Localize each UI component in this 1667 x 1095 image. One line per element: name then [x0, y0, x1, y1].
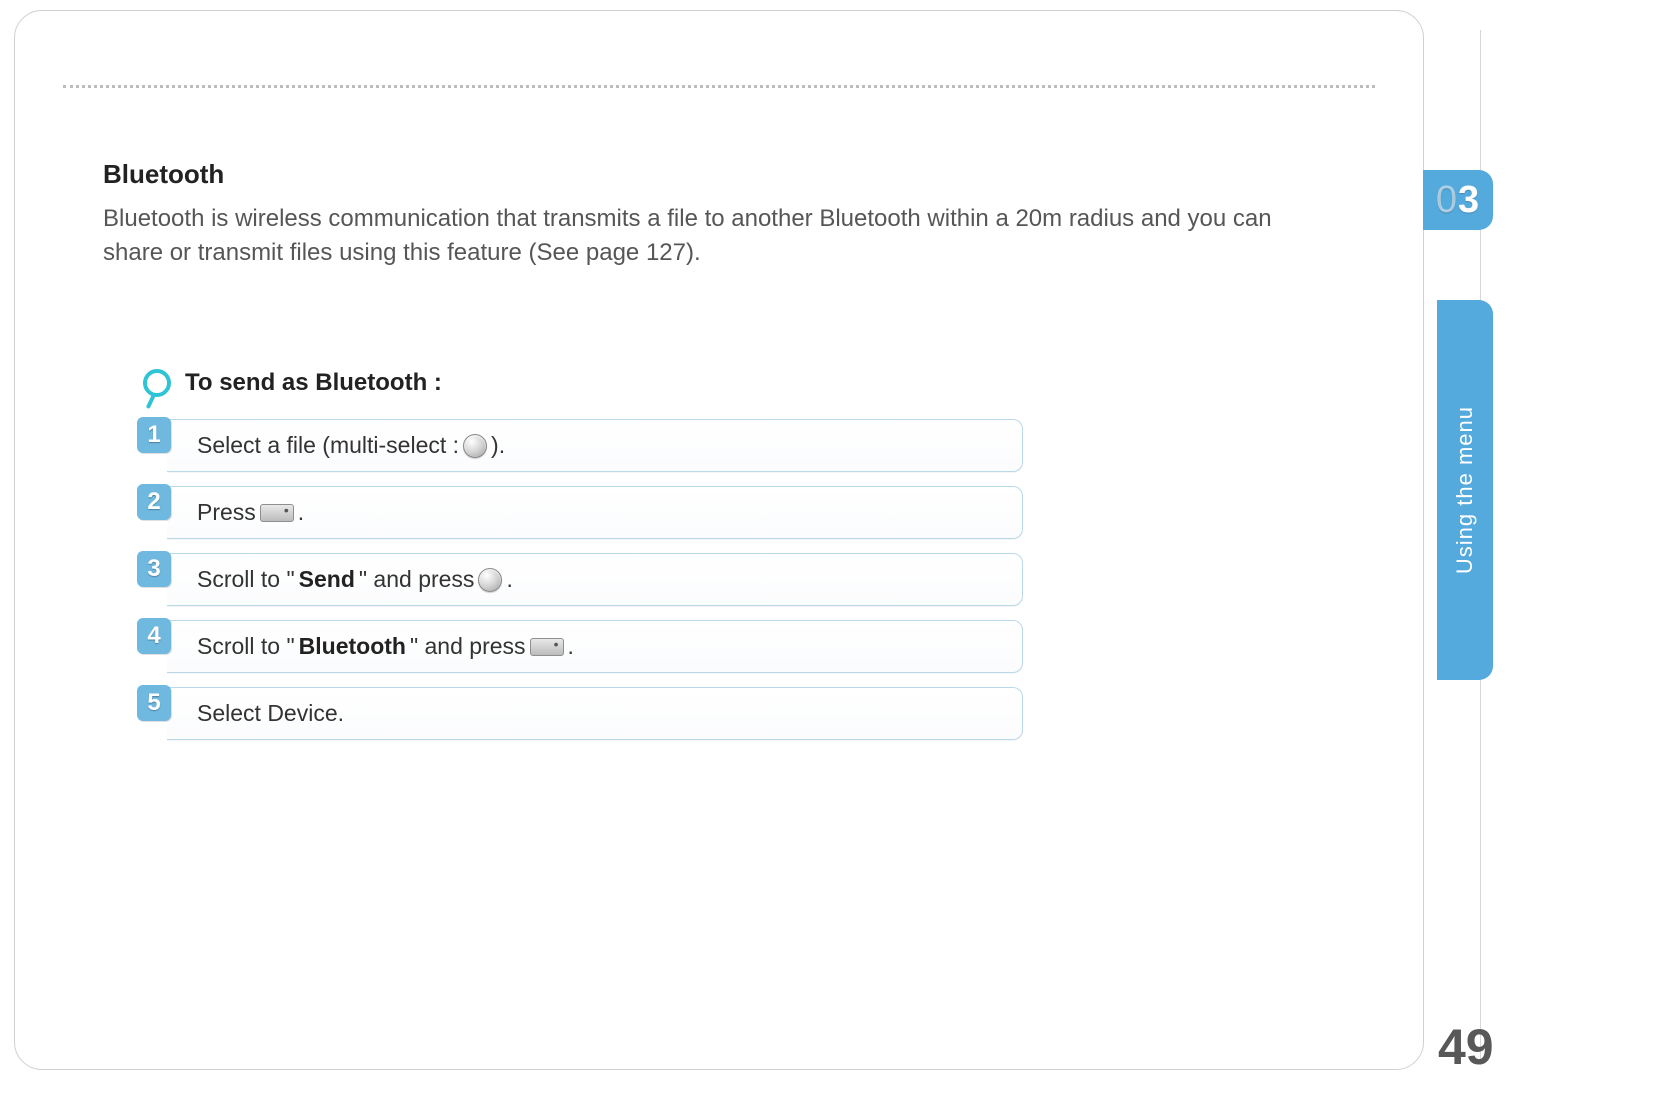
- step-text: Scroll to " Bluetooth " and press .: [167, 620, 1023, 673]
- ok-button-icon: [478, 568, 502, 592]
- step-number-badge: 1: [137, 417, 171, 453]
- step-text-mid: " and press: [359, 566, 475, 593]
- step-row: 5 Select Device.: [143, 687, 1023, 740]
- section-intro: Bluetooth is wireless communication that…: [103, 202, 1335, 269]
- section-title: Bluetooth: [103, 159, 1335, 190]
- step-text-pre: Select Device.: [197, 700, 344, 727]
- step-row: 1 Select a file (multi-select : ).: [143, 419, 1023, 472]
- soft-key-icon: [260, 504, 294, 522]
- step-number-badge: 2: [137, 484, 171, 520]
- chapter-zero: 0: [1436, 179, 1458, 222]
- step-text-mid: " and press: [410, 633, 526, 660]
- step-row: 2 Press .: [143, 486, 1023, 539]
- section-tab-label: Using the menu: [1452, 406, 1478, 574]
- chapter-tab: 03: [1423, 170, 1493, 230]
- step-text-pre: Scroll to ": [197, 633, 295, 660]
- page-number: 49: [1438, 1018, 1494, 1076]
- step-text: Scroll to " Send " and press .: [167, 553, 1023, 606]
- step-text: Select a file (multi-select : ).: [167, 419, 1023, 472]
- step-text-post: .: [568, 633, 574, 660]
- procedure-title: To send as Bluetooth :: [185, 369, 442, 397]
- step-text-pre: Press: [197, 499, 256, 526]
- chapter-digit: 3: [1458, 179, 1480, 222]
- magnifier-icon: [143, 369, 171, 397]
- step-text-post: .: [506, 566, 512, 593]
- ok-button-icon: [463, 434, 487, 458]
- soft-key-icon: [530, 638, 564, 656]
- step-number-badge: 5: [137, 685, 171, 721]
- procedure-header: To send as Bluetooth :: [143, 369, 1023, 397]
- step-number-badge: 4: [137, 618, 171, 654]
- procedure-block: To send as Bluetooth : 1 Select a file (…: [143, 369, 1023, 740]
- step-text-bold: Send: [299, 566, 355, 593]
- step-number-badge: 3: [137, 551, 171, 587]
- margin-column: 03 Using the menu: [1424, 0, 1667, 1095]
- step-text-bold: Bluetooth: [299, 633, 406, 660]
- step-row: 4 Scroll to " Bluetooth " and press .: [143, 620, 1023, 673]
- top-divider: [63, 85, 1375, 88]
- step-text-post: ).: [491, 432, 505, 459]
- step-text-pre: Select a file (multi-select :: [197, 432, 459, 459]
- section-tab: Using the menu: [1437, 300, 1493, 680]
- step-row: 3 Scroll to " Send " and press .: [143, 553, 1023, 606]
- manual-page: Bluetooth Bluetooth is wireless communic…: [14, 10, 1424, 1070]
- step-text: Select Device.: [167, 687, 1023, 740]
- step-text-post: .: [298, 499, 304, 526]
- step-text-pre: Scroll to ": [197, 566, 295, 593]
- content-area: Bluetooth Bluetooth is wireless communic…: [103, 159, 1335, 754]
- step-text: Press .: [167, 486, 1023, 539]
